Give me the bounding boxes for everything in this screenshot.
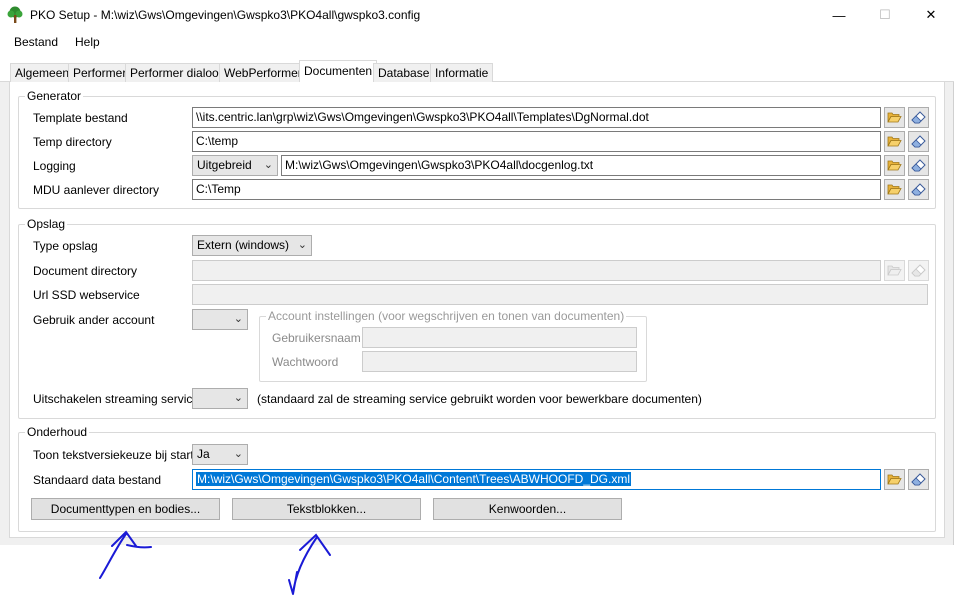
folder-open-icon	[887, 160, 902, 171]
title-bar: PKO Setup - M:\wiz\Gws\Omgevingen\Gwspko…	[0, 0, 954, 30]
temp-browse-button[interactable]	[884, 131, 905, 152]
mdu-input[interactable]: C:\Temp	[192, 179, 881, 200]
eraser-icon	[911, 135, 926, 148]
menu-bestand[interactable]: Bestand	[14, 35, 58, 49]
template-browse-button[interactable]	[884, 107, 905, 128]
tab-algemeen[interactable]: Algemeen	[10, 63, 75, 82]
data-browse-button[interactable]	[884, 469, 905, 490]
opslag-group-title: Opslag	[25, 217, 68, 231]
gebruik-ander-account-select[interactable]: ⌄	[192, 309, 248, 330]
eraser-icon	[911, 473, 926, 486]
logging-level-select[interactable]: Uitgebreid ⌄	[192, 155, 278, 176]
tab-performer[interactable]: Performer	[68, 63, 132, 82]
gebruik-ander-account-label: Gebruik ander account	[33, 313, 155, 327]
menu-bar: Bestand Help	[0, 30, 954, 56]
streaming-select[interactable]: ⌄	[192, 388, 248, 409]
type-opslag-select[interactable]: Extern (windows) ⌄	[192, 235, 312, 256]
template-clear-button[interactable]	[908, 107, 929, 128]
document-directory-input[interactable]	[192, 260, 881, 281]
minimize-button[interactable]: —	[816, 0, 862, 30]
tab-webperformer[interactable]: WebPerformer	[219, 63, 307, 82]
data-clear-button[interactable]	[908, 469, 929, 490]
docdir-browse-button[interactable]	[884, 260, 905, 281]
template-input[interactable]: \\its.centric.lan\grp\wiz\Gws\Omgevingen…	[192, 107, 881, 128]
folder-open-icon	[887, 265, 902, 276]
pko-setup-window: PKO Setup - M:\wiz\Gws\Omgevingen\Gwspko…	[0, 0, 954, 545]
toon-tekstversiekeuze-label: Toon tekstversiekeuze bij start	[33, 448, 194, 462]
mdu-clear-button[interactable]	[908, 179, 929, 200]
folder-open-icon	[887, 112, 902, 123]
toon-tekstversiekeuze-select[interactable]: Ja ⌄	[192, 444, 248, 465]
maximize-button[interactable]: ☐	[862, 0, 908, 30]
kenwoorden-button[interactable]: Kenwoorden...	[433, 498, 622, 520]
logging-label: Logging	[33, 159, 76, 173]
onderhoud-group: Onderhoud Toon tekstversiekeuze bij star…	[18, 425, 936, 532]
mdu-browse-button[interactable]	[884, 179, 905, 200]
generator-group-title: Generator	[25, 89, 84, 103]
url-ssd-input[interactable]	[192, 284, 928, 305]
eraser-icon	[911, 111, 926, 124]
folder-open-icon	[887, 136, 902, 147]
chevron-down-icon: ⌄	[233, 313, 243, 325]
tab-database[interactable]: Database	[373, 63, 435, 82]
type-opslag-label: Type opslag	[33, 239, 98, 253]
folder-open-icon	[887, 184, 902, 195]
streaming-note: (standaard zal de streaming service gebr…	[257, 392, 702, 406]
tekstblokken-button[interactable]: Tekstblokken...	[232, 498, 421, 520]
logging-file-input[interactable]: M:\wiz\Gws\Omgevingen\Gwspko3\PKO4all\do…	[281, 155, 881, 176]
temp-directory-label: Temp directory	[33, 135, 112, 149]
logging-clear-button[interactable]	[908, 155, 929, 176]
chevron-down-icon: ⌄	[233, 392, 243, 404]
menu-help[interactable]: Help	[75, 35, 100, 49]
window-title: PKO Setup - M:\wiz\Gws\Omgevingen\Gwspko…	[30, 8, 421, 22]
standaard-data-value: M:\wiz\Gws\Omgevingen\Gwspko3\PKO4all\Co…	[196, 472, 632, 486]
logging-browse-button[interactable]	[884, 155, 905, 176]
onderhoud-group-title: Onderhoud	[25, 425, 90, 439]
folder-open-icon	[887, 474, 902, 485]
temp-directory-input[interactable]: C:\temp	[192, 131, 881, 152]
eraser-icon	[911, 159, 926, 172]
tab-documenten[interactable]: Documenten	[299, 60, 378, 83]
documenten-panel: Generator Template bestand \\its.centric…	[9, 82, 945, 538]
gebruikersnaam-input[interactable]	[362, 327, 637, 348]
account-instellingen-title: Account instellingen (voor wegschrijven …	[266, 309, 627, 323]
tree-app-icon	[7, 6, 23, 23]
account-instellingen-group: Account instellingen (voor wegschrijven …	[259, 309, 647, 382]
wachtwoord-input[interactable]	[362, 351, 637, 372]
temp-clear-button[interactable]	[908, 131, 929, 152]
tab-informatie[interactable]: Informatie	[430, 63, 494, 82]
url-ssd-label: Url SSD webservice	[33, 288, 140, 302]
type-opslag-value: Extern (windows)	[197, 238, 290, 252]
logging-level-value: Uitgebreid	[197, 158, 252, 172]
gebruikersnaam-label: Gebruikersnaam	[272, 331, 361, 345]
chevron-down-icon: ⌄	[263, 159, 273, 171]
toon-tekstversiekeuze-value: Ja	[197, 447, 210, 461]
streaming-label: Uitschakelen streaming service	[33, 392, 200, 406]
wachtwoord-label: Wachtwoord	[272, 355, 339, 369]
tab-strip: Algemeen Performer Performer dialoog Web…	[0, 56, 954, 83]
chevron-down-icon: ⌄	[233, 448, 243, 460]
close-button[interactable]: ✕	[908, 0, 954, 30]
template-label: Template bestand	[33, 111, 128, 125]
opslag-group: Opslag Type opslag Extern (windows) ⌄ Do…	[18, 217, 936, 419]
mdu-label: MDU aanlever directory	[33, 183, 160, 197]
standaard-data-label: Standaard data bestand	[33, 473, 162, 487]
chevron-down-icon: ⌄	[297, 239, 307, 251]
document-directory-label: Document directory	[33, 264, 138, 278]
documenttypen-button[interactable]: Documenttypen en bodies...	[31, 498, 220, 520]
eraser-icon	[911, 183, 926, 196]
standaard-data-input[interactable]: M:\wiz\Gws\Omgevingen\Gwspko3\PKO4all\Co…	[192, 469, 881, 490]
tab-performer-dialoog[interactable]: Performer dialoog	[125, 63, 231, 82]
generator-group: Generator Template bestand \\its.centric…	[18, 89, 936, 209]
docdir-clear-button[interactable]	[908, 260, 929, 281]
eraser-icon	[911, 264, 926, 277]
